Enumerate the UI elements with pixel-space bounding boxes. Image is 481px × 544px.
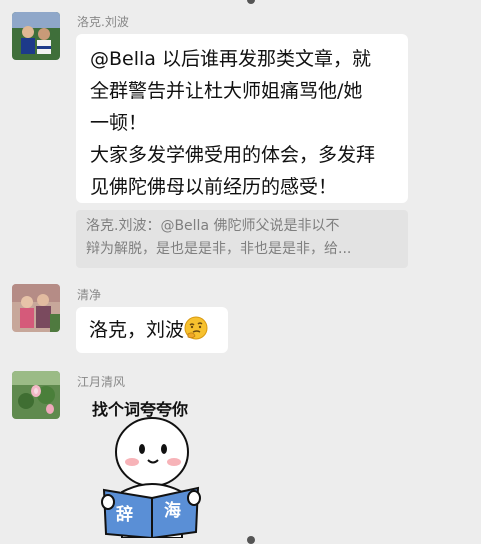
avatar-football-image (12, 12, 60, 60)
quoted-message[interactable]: 洛克.刘波：@Bella 佛陀师父说是非以不 辩为解脱，是也是是非，非也是是非，… (76, 210, 408, 268)
quote-line: 洛克.刘波：@Bella 佛陀师父说是非以不 (86, 218, 340, 234)
message-line: 见佛陀佛母以前经历的感受！ (90, 176, 338, 198)
sender-name: 江月清风 (77, 375, 126, 389)
top-scroll-dot (247, 0, 255, 4)
sender-name: 清净 (77, 288, 102, 302)
avatar-qingjing[interactable] (12, 284, 60, 332)
message-line: @Bella 以后谁再发那类文章，就 (90, 48, 371, 70)
message-bubble[interactable]: @Bella 以后谁再发那类文章，就 全群警告并让杜大师姐痛骂他/她 一顿！ 大… (76, 34, 408, 203)
avatar-luoke[interactable] (12, 12, 60, 60)
avatar-jiangyue[interactable] (12, 371, 60, 419)
message-line: 一顿！ (90, 112, 148, 134)
avatar-lotus-image (12, 371, 60, 419)
message-bubble[interactable]: 洛克，刘波 (76, 307, 228, 353)
message-text: 洛克，刘波 (89, 319, 185, 341)
book-right-text: 海 (164, 501, 181, 521)
sticker[interactable]: 找个词夸夸你 辞 海 (86, 392, 216, 538)
book-left-text: 辞 (116, 505, 133, 525)
bottom-scroll-dot (247, 536, 255, 544)
avatar-photo-image (12, 284, 60, 332)
quote-line: 辩为解脱，是也是是非，非也是是非，给... (86, 241, 352, 257)
message-line: 全群警告并让杜大师姐痛骂他/她 (90, 80, 363, 102)
thinking-face-emoji-icon (184, 316, 208, 340)
message-line: 大家多发学佛受用的体会，多发拜 (90, 144, 376, 166)
sender-name: 洛克.刘波 (77, 15, 129, 29)
sticker-character-image (101, 417, 201, 538)
